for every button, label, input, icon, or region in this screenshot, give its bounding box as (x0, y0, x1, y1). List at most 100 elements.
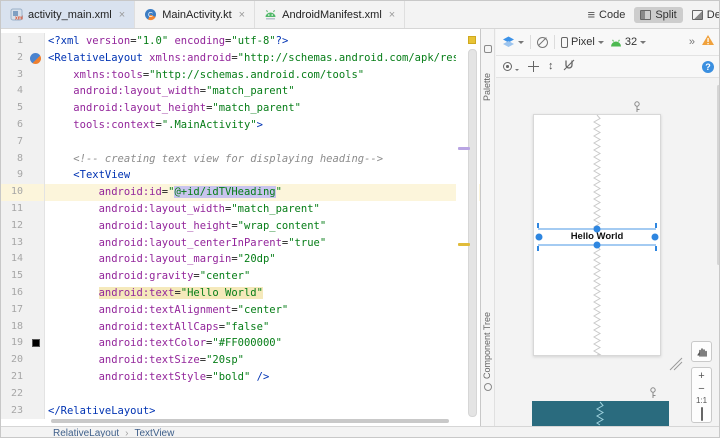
code-text: android:layout_width="match_parent" (98, 202, 320, 215)
gutter-slot (27, 184, 45, 201)
help-icon[interactable]: ? (702, 60, 714, 73)
component-tree-stripe-button[interactable]: Component Tree (482, 299, 492, 379)
code-line[interactable]: 7 (1, 133, 480, 151)
code-line[interactable]: 9 <TextView (1, 167, 480, 185)
zoom-fit-button[interactable] (700, 406, 703, 421)
tab-androidmanifest-xml[interactable]: AndroidManifest.xml × (255, 1, 406, 28)
line-number: 3 (1, 66, 27, 84)
magnet-off-icon (563, 59, 574, 70)
warning-icon (702, 35, 714, 45)
code-line[interactable]: 20 android:textSize="20sp" (1, 352, 480, 369)
editor-mode-toggle: ≡ Code Split Design (581, 4, 719, 26)
code-text: <!-- creating text view for displaying h… (73, 152, 384, 165)
line-number: 19 (1, 335, 27, 353)
code-line[interactable]: 4 android:layout_width="match_parent" (1, 83, 480, 101)
android-studio-window: xml activity_main.xml × C MainActivity.k… (0, 0, 720, 438)
close-icon[interactable]: × (389, 9, 395, 21)
stripe-selection-mark[interactable] (458, 147, 470, 150)
device-selector[interactable]: Pixel (561, 36, 604, 48)
zoom-in-button[interactable]: + (698, 371, 704, 382)
line-number: 17 (1, 301, 27, 319)
code-line[interactable]: 10 android:id="@+id/idTVHeading" (1, 184, 480, 201)
code-editor[interactable]: 1 <?xml version="1.0" encoding="utf-8"?> 2… (1, 29, 481, 426)
code-line[interactable]: 1 <?xml version="1.0" encoding="utf-8"?> (1, 33, 480, 50)
no-theme-icon[interactable] (537, 36, 548, 48)
hand-icon (696, 347, 707, 357)
breadcrumb-separator: › (125, 427, 129, 438)
gutter-slot (27, 66, 45, 84)
code-view-button[interactable]: ≡ Code (581, 7, 631, 23)
palette-stripe-button[interactable]: Palette (482, 57, 492, 101)
code-text: android:layout_height="wrap_content" (98, 219, 327, 232)
code-text: android:text="Hello World" (98, 286, 263, 299)
gutter-slot (27, 385, 45, 403)
code-line[interactable]: 13 android:layout_centerInParent="true" (1, 234, 480, 252)
design-view-button[interactable]: Design (686, 7, 719, 23)
warning-indicator[interactable] (701, 33, 715, 51)
api-level-selector[interactable]: 32 (610, 36, 647, 48)
vertical-scrollbar-thumb[interactable] (468, 49, 477, 417)
blueprint-preview[interactable] (532, 401, 669, 426)
editor-error-stripe[interactable] (456, 29, 479, 426)
gutter-slot (27, 49, 45, 67)
code-line[interactable]: 14 android:layout_margin="20dp" (1, 251, 480, 269)
gutter-slot (27, 268, 45, 285)
code-line[interactable]: 5 android:layout_height="match_parent" (1, 100, 480, 117)
zoom-actual-button[interactable]: 1:1 (696, 396, 707, 406)
line-number: 5 (1, 100, 27, 117)
line-number: 21 (1, 368, 27, 386)
gutter-slot (27, 116, 45, 134)
chevron-down-icon (515, 69, 519, 71)
line-number: 1 (1, 33, 27, 50)
code-line[interactable]: 3 xmlns:tools="http://schemas.android.co… (1, 66, 480, 84)
code-line[interactable]: 6 tools:context=".MainActivity"> (1, 116, 480, 134)
preview-hello-world-text[interactable]: Hello World (533, 231, 661, 242)
kotlin-related-file-icon[interactable] (30, 52, 41, 64)
vertical-arrows-icon[interactable]: ↕ (548, 61, 554, 72)
view-options-button[interactable] (503, 62, 519, 71)
tab-label: activity_main.xml (28, 8, 112, 21)
tab-mainactivity-kt[interactable]: C MainActivity.kt × (135, 1, 256, 28)
code-line[interactable]: 8 <!-- creating text view for displaying… (1, 150, 480, 168)
overflow-actions-button[interactable]: » (689, 36, 695, 48)
line-number: 16 (1, 284, 27, 302)
code-line[interactable]: 17 android:textAlignment="center" (1, 301, 480, 319)
breadcrumb-bar: RelativeLayout › TextView (1, 426, 719, 438)
code-line[interactable]: 22 (1, 385, 480, 403)
tab-activity-main-xml[interactable]: xml activity_main.xml × (1, 1, 136, 28)
autoconnect-off-button[interactable] (563, 58, 575, 76)
android-manifest-icon (264, 8, 277, 21)
code-line[interactable]: 12 android:layout_height="wrap_content" (1, 217, 480, 235)
code-line[interactable]: 21 android:textStyle="bold" /> (1, 368, 480, 386)
code-line[interactable]: 16 android:text="Hello World" (1, 284, 480, 302)
device-name: Pixel (571, 36, 595, 48)
close-icon[interactable]: × (119, 9, 125, 21)
design-toolbar-row1: Pixel 32 » (496, 29, 719, 56)
code-line[interactable]: 11 android:layout_width="match_parent" (1, 200, 480, 218)
close-icon[interactable]: × (239, 9, 245, 21)
gutter-slot (27, 335, 45, 353)
gutter-slot (27, 100, 45, 117)
split-view-button[interactable]: Split (634, 7, 683, 23)
code-line[interactable]: 15 android:gravity="center" (1, 268, 480, 285)
zoom-out-button[interactable]: − (698, 383, 704, 394)
horizontal-scrollbar[interactable] (51, 419, 449, 423)
component-tree-icon (484, 383, 492, 391)
line-number: 15 (1, 268, 27, 285)
code-line[interactable]: 18 android:textAllCaps="false" (1, 318, 480, 336)
orientation-variants-button[interactable] (502, 36, 524, 48)
stripe-warning-mark[interactable] (458, 243, 470, 246)
design-toolbar-row2: ↕ ? (496, 56, 719, 78)
gutter-slot (27, 33, 45, 50)
breadcrumb-relativelayout[interactable]: RelativeLayout (53, 428, 119, 438)
code-line[interactable]: 23 </RelativeLayout> (1, 402, 480, 420)
code-analysis-indicator[interactable] (468, 36, 476, 44)
breadcrumb-textview[interactable]: TextView (135, 428, 175, 438)
code-line[interactable]: 2 <RelativeLayout xmlns:android="http://s… (1, 49, 480, 67)
code-line[interactable]: 19 android:textColor="#FF000000" (1, 335, 480, 353)
pan-surface-button[interactable] (691, 341, 712, 362)
code-text: android:layout_centerInParent="true" (98, 236, 327, 249)
pan-icon[interactable] (528, 61, 539, 72)
design-view-icon (691, 10, 703, 20)
